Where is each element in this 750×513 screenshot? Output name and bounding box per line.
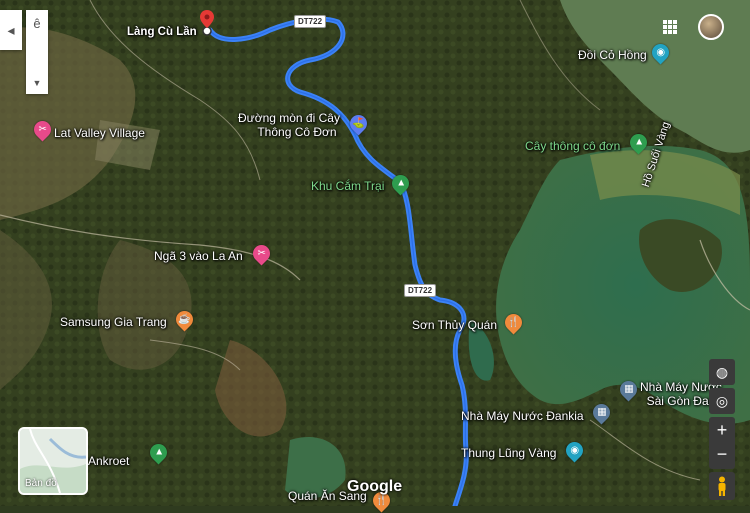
road-shield-dt722: DT722 (404, 284, 437, 297)
place-ankroet[interactable]: Ankroet (88, 454, 129, 468)
input-tool-icon[interactable]: ê (33, 16, 40, 31)
zoom-control: + − (709, 417, 735, 469)
place-duong-mon-line2: Thông Cô Đơn (257, 125, 337, 139)
place-cay-thong[interactable]: Cây thông cô đơn (525, 139, 620, 153)
layer-switcher-button[interactable]: Bản đồ (18, 427, 88, 495)
chevron-down-icon[interactable]: ▼ (33, 78, 42, 88)
route-start-dot (202, 26, 212, 36)
place-nha-may-dankia[interactable]: Nhà Máy Nước Đankia (461, 409, 584, 423)
place-duong-mon[interactable]: Đường mòn đi Cây Thông Cô Đơn (238, 111, 340, 139)
zoom-out-button[interactable]: − (717, 443, 728, 469)
destination-pin-icon[interactable] (200, 10, 214, 28)
satellite-map[interactable] (0, 0, 750, 506)
input-tools-panel[interactable]: ê ▼ (26, 10, 48, 94)
place-doi-co-hong[interactable]: Đồi Cỏ Hồng (578, 48, 647, 62)
place-nga3[interactable]: Ngã 3 vào La An (154, 249, 243, 263)
place-son-thuy[interactable]: Sơn Thủy Quán (412, 318, 497, 332)
crosshair-icon: ◎ (715, 392, 729, 409)
place-khu-cam-trai[interactable]: Khu Cắm Trại (311, 179, 384, 193)
account-avatar[interactable] (698, 14, 724, 40)
apps-grid-icon[interactable] (663, 20, 677, 34)
place-lang-cu-lan[interactable]: Làng Cù Lần (127, 26, 197, 38)
google-logo: Google (347, 478, 403, 495)
globe-icon: ◍ (715, 363, 729, 380)
collapse-panel-button[interactable]: ◂ (0, 10, 22, 50)
road-shield-dt722: DT722 (294, 15, 327, 28)
pegman-icon[interactable] (709, 472, 735, 500)
layer-label: Bản đồ (25, 478, 57, 489)
my-location-button[interactable]: ◎ (709, 388, 735, 414)
zoom-in-button[interactable]: + (717, 417, 728, 443)
place-duong-mon-line1: Đường mòn đi Cây (238, 111, 340, 125)
globe-view-button[interactable]: ◍ (709, 359, 735, 385)
place-thung-lung-vang[interactable]: Thung Lũng Vàng (461, 446, 556, 460)
place-samsung[interactable]: Samsung Gia Trang (60, 315, 167, 329)
place-lat-valley[interactable]: Lat Valley Village (54, 126, 145, 140)
